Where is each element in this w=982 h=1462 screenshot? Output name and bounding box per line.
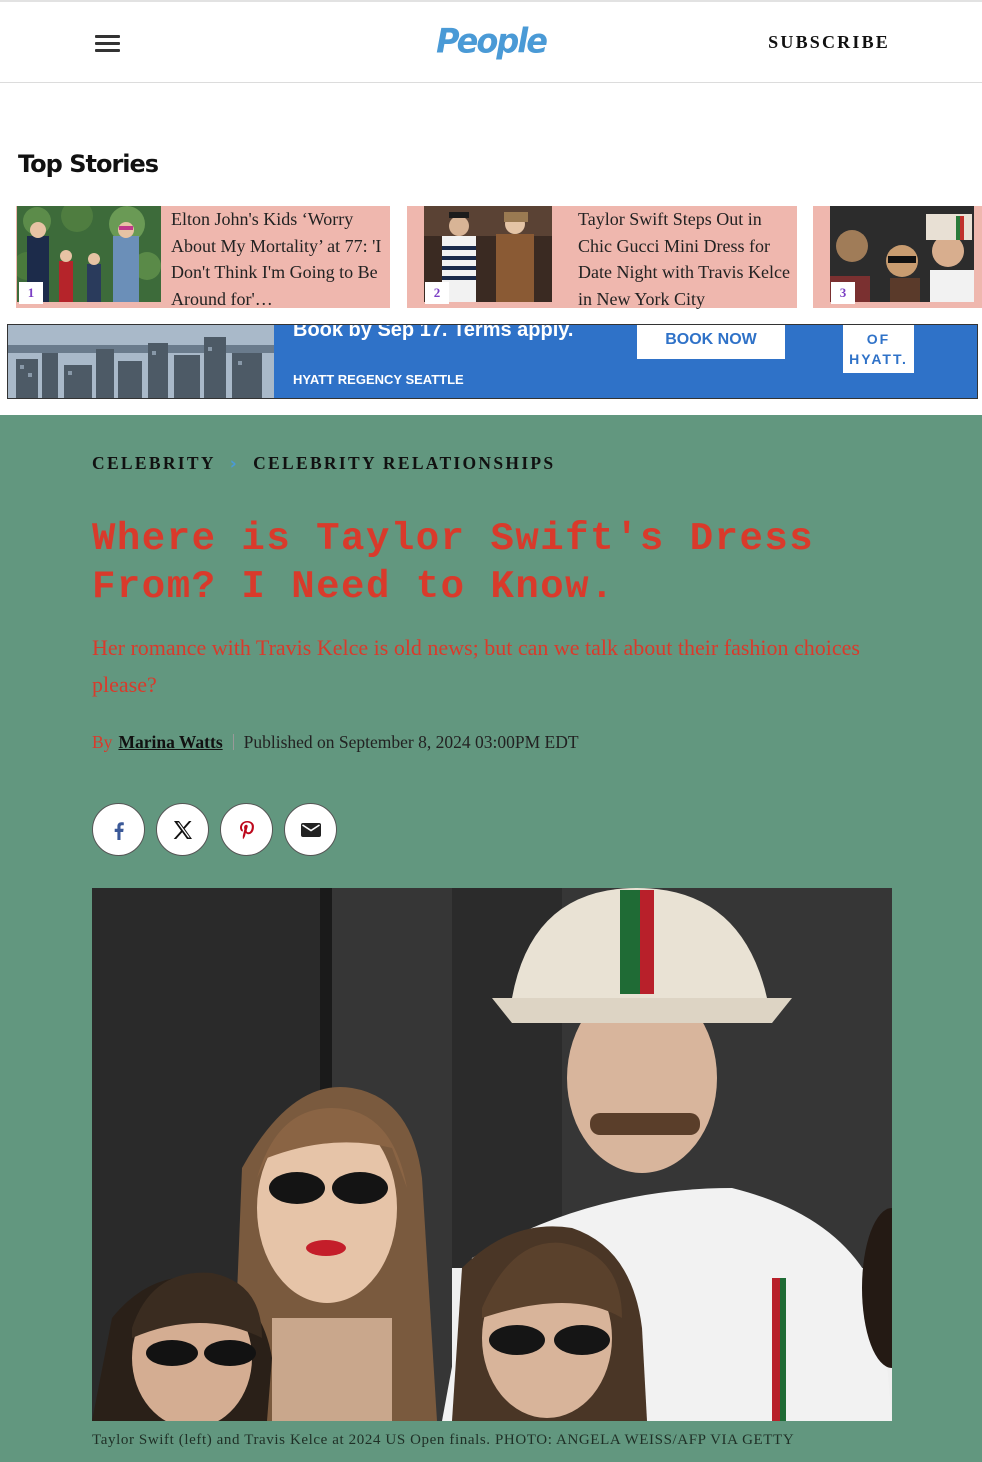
breadcrumb: CELEBRITY › CELEBRITY RELATIONSHIPS [92, 453, 555, 474]
email-icon [300, 822, 321, 837]
article-dek: Her romance with Travis Kelce is old new… [92, 635, 860, 697]
top-stories-heading: Top Stories [18, 150, 171, 184]
article-hero-photo [92, 888, 892, 1421]
chevron-right-icon: › [229, 454, 240, 474]
top-stories-title: Top Stories [18, 150, 159, 178]
site-header: People SUBSCRIBE [0, 0, 982, 83]
story-rank-badge: 3 [831, 282, 855, 304]
article-headline: Where is Taylor Swift's Dress From? I Ne… [92, 517, 815, 609]
breadcrumb-celebrity[interactable]: CELEBRITY [92, 453, 216, 473]
byline-prefix: By [92, 732, 113, 752]
people-logo-link[interactable]: People [436, 21, 548, 61]
byline: By Marina Watts Published on September 8, … [92, 732, 579, 753]
ad-cityscape-image [8, 325, 274, 398]
author-link[interactable]: Marina Watts [118, 732, 222, 752]
top-story-headline[interactable]: Taylor Swift Steps Out in Chic Gucci Min… [578, 206, 796, 312]
facebook-icon [114, 821, 124, 840]
story-rank-badge: 1 [19, 282, 43, 304]
hyatt-logo: OF HYATT. [843, 325, 914, 373]
photo-caption: Taylor Swift (left) and Travis Kelce at … [92, 1432, 795, 1448]
share-x-button[interactable] [156, 803, 209, 856]
breadcrumb-celebrity-relationships[interactable]: CELEBRITY RELATIONSHIPS [253, 453, 555, 473]
byline-divider [232, 734, 234, 750]
article-section: CELEBRITY › CELEBRITY RELATIONSHIPS Where … [0, 415, 982, 1462]
story-rank-badge: 2 [425, 282, 449, 304]
share-facebook-button[interactable] [92, 803, 145, 856]
ad-headline: Book by Sep 17. Terms apply. [293, 324, 574, 341]
ad-hotel-name: HYATT REGENCY SEATTLE [293, 372, 464, 387]
share-pinterest-button[interactable] [220, 803, 273, 856]
top-story-card-1[interactable]: 1 Elton John's Kids ‘Worry About My Mort… [16, 206, 390, 309]
pinterest-icon [239, 820, 254, 839]
hyatt-ad-banner[interactable]: Book by Sep 17. Terms apply. HYATT REGEN… [7, 324, 978, 399]
publish-date: Published on September 8, 2024 03:00PM E… [243, 732, 579, 752]
hyatt-logo-line2: HYATT. [849, 351, 908, 367]
share-email-button[interactable] [284, 803, 337, 856]
book-now-button[interactable]: BOOK NOW [637, 325, 785, 359]
top-story-card-3[interactable]: 3 [813, 206, 982, 308]
subscribe-button[interactable]: SUBSCRIBE [768, 32, 890, 53]
top-story-headline[interactable]: Elton John's Kids ‘Worry About My Mortal… [171, 206, 396, 312]
top-story-card-2[interactable]: 2 Taylor Swift Steps Out in Chic Gucci M… [407, 206, 797, 309]
hyatt-logo-line1: OF [866, 331, 891, 347]
x-icon [173, 820, 192, 839]
